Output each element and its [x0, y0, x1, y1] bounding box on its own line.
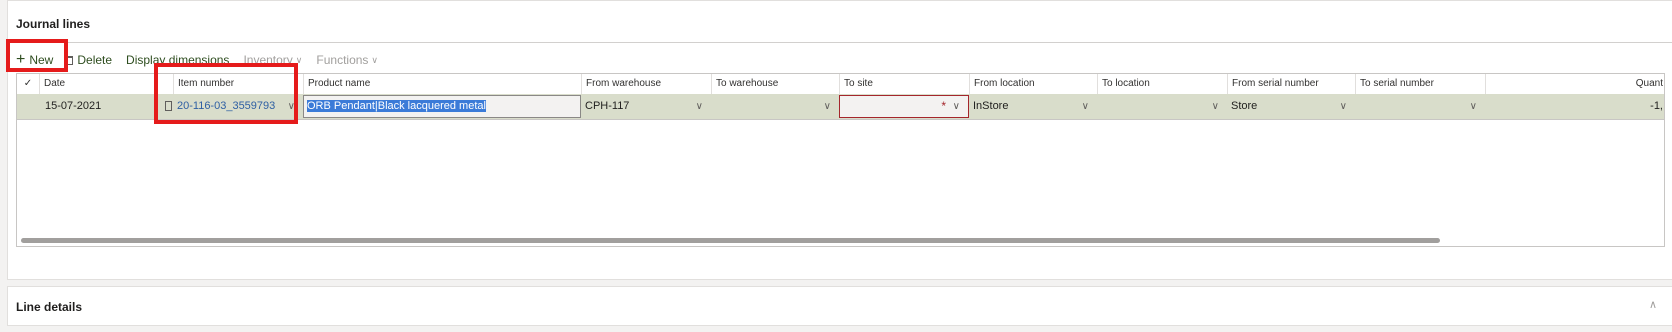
trash-icon: [67, 55, 74, 65]
journal-grid: ✓ Date Item number Product name From war…: [16, 73, 1665, 247]
new-button[interactable]: + New: [16, 51, 54, 68]
from-warehouse-cell[interactable]: CPH-117 ∨: [581, 94, 711, 119]
select-all-checkbox[interactable]: ✓: [17, 74, 39, 94]
panel-title: Journal lines: [16, 17, 91, 31]
column-header-to-warehouse[interactable]: To warehouse: [711, 74, 839, 94]
chevron-down-icon[interactable]: ∨: [953, 96, 960, 117]
to-location-cell[interactable]: ∨: [1097, 94, 1227, 119]
chevron-down-icon: ∨: [295, 54, 303, 65]
product-name-field[interactable]: ORB Pendant|Black lacquered metal: [303, 95, 581, 118]
delete-button[interactable]: Delete: [67, 53, 112, 67]
chevron-up-icon[interactable]: ∧: [1649, 298, 1657, 311]
item-number-link[interactable]: 20-116-03_3559793: [177, 100, 275, 112]
functions-menu[interactable]: Functions ∨: [316, 53, 378, 67]
inventory-menu[interactable]: Inventory ∨: [243, 53, 302, 67]
line-details-panel[interactable]: Line details ∧: [7, 286, 1672, 326]
chevron-down-icon[interactable]: ∨: [824, 94, 831, 119]
grid-header: ✓ Date Item number Product name From war…: [17, 74, 1664, 95]
delete-label: Delete: [77, 53, 113, 67]
chevron-down-icon[interactable]: ∨: [1470, 94, 1477, 119]
functions-label: Functions: [316, 53, 369, 67]
to-serial-number-cell[interactable]: ∨: [1355, 94, 1485, 119]
document-icon: [165, 101, 172, 111]
toolbar: + New Delete Display dimensions Inventor…: [16, 50, 392, 70]
from-serial-value: Store: [1231, 100, 1258, 112]
plus-icon: +: [16, 51, 26, 68]
column-header-item-number[interactable]: Item number: [173, 74, 303, 94]
required-indicator: *: [941, 99, 946, 113]
chevron-down-icon[interactable]: ∨: [1082, 94, 1089, 119]
new-label: New: [29, 53, 54, 67]
display-dimensions-button[interactable]: Display dimensions: [126, 53, 229, 67]
column-header-date[interactable]: Date: [39, 74, 173, 94]
journal-lines-panel: Journal lines + New Delete Display dimen…: [7, 0, 1672, 280]
chevron-down-icon[interactable]: ∨: [1212, 94, 1219, 119]
item-number-cell[interactable]: 20-116-03_3559793 ∨: [173, 94, 303, 119]
divider: [14, 42, 1672, 43]
column-header-to-serial-number[interactable]: To serial number: [1355, 74, 1485, 94]
from-serial-number-cell[interactable]: Store ∨: [1227, 94, 1355, 119]
display-dimensions-label: Display dimensions: [126, 53, 230, 67]
inventory-label: Inventory: [243, 53, 293, 67]
product-name-value: ORB Pendant|Black lacquered metal: [307, 100, 486, 112]
horizontal-scrollbar[interactable]: [21, 238, 1440, 243]
from-location-value: InStore: [973, 100, 1009, 112]
to-site-field[interactable]: * ∨: [839, 95, 969, 118]
column-header-from-location[interactable]: From location: [969, 74, 1097, 94]
check-icon: ✓: [23, 78, 33, 89]
from-location-cell[interactable]: InStore ∨: [969, 94, 1097, 119]
chevron-down-icon[interactable]: ∨: [1340, 94, 1347, 119]
chevron-down-icon: ∨: [371, 54, 379, 65]
to-warehouse-cell[interactable]: ∨: [711, 94, 839, 119]
column-header-product-name[interactable]: Product name: [303, 74, 581, 94]
column-header-from-warehouse[interactable]: From warehouse: [581, 74, 711, 94]
column-header-quantity[interactable]: Quant: [1485, 74, 1664, 94]
chevron-down-icon[interactable]: ∨: [288, 94, 295, 119]
from-warehouse-value: CPH-117: [585, 100, 630, 112]
panel-title: Line details: [16, 300, 83, 314]
date-cell[interactable]: 15-07-2021: [39, 94, 165, 119]
column-header-from-serial-number[interactable]: From serial number: [1227, 74, 1355, 94]
table-row[interactable]: 15-07-2021 20-116-03_3559793 ∨ ORB Penda…: [17, 94, 1664, 120]
column-header-to-site[interactable]: To site: [839, 74, 969, 94]
chevron-down-icon[interactable]: ∨: [696, 94, 703, 119]
quantity-cell[interactable]: -1,: [1485, 94, 1664, 119]
column-header-to-location[interactable]: To location: [1097, 74, 1227, 94]
